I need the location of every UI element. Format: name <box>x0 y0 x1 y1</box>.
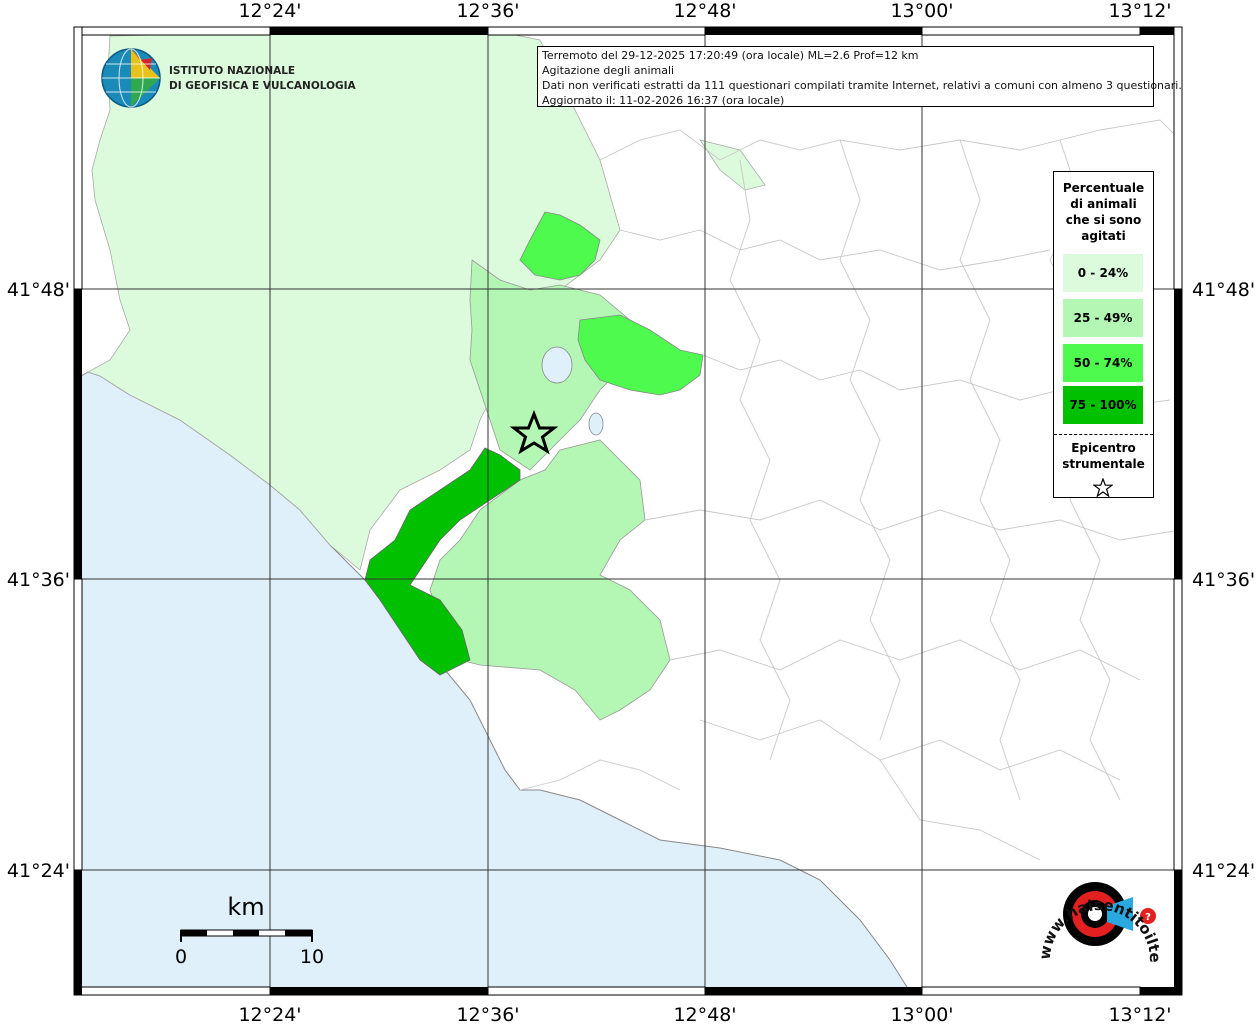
tick-top-5: 13°12' <box>1108 0 1171 22</box>
legend: Percentuale di animali che si sono agita… <box>1053 171 1154 498</box>
scale-start: 0 <box>175 946 187 968</box>
legend-epicenter-line1: Epicentro <box>1071 441 1136 455</box>
tick-top-1: 12°24' <box>238 0 301 22</box>
lake-bracciano-small <box>541 346 573 384</box>
info-earthquake-line: Terremoto del 29-12-2025 17:20:49 (ora l… <box>542 49 919 62</box>
tick-left-3: 41°24' <box>7 860 70 882</box>
ingv-name-line1: ISTITUTO NAZIONALE <box>169 65 295 77</box>
legend-item-0-24: 0 - 24% <box>1063 254 1143 292</box>
info-topic-line: Agitazione degli animali <box>542 64 675 77</box>
star-icon <box>1093 478 1113 498</box>
info-box: Terremoto del 29-12-2025 17:20:49 (ora l… <box>537 46 1182 107</box>
legend-item-75-100: 75 - 100% <box>1063 386 1143 424</box>
tick-bottom-1: 12°24' <box>238 1004 301 1024</box>
legend-item-25-49: 25 - 49% <box>1063 299 1143 337</box>
tick-top-3: 12°48' <box>673 0 736 22</box>
scale-unit: km <box>227 893 264 921</box>
legend-item-50-74: 50 - 74% <box>1063 344 1143 382</box>
tick-bottom-2: 12°36' <box>456 1004 519 1024</box>
tick-bottom-4: 13°00' <box>890 1004 953 1024</box>
lake-albano <box>588 412 604 436</box>
tick-top-2: 12°36' <box>456 0 519 22</box>
tick-left-2: 41°36' <box>7 569 70 591</box>
legend-title-line4: agitati <box>1081 229 1126 243</box>
intensity-map: 12°24' 12°36' 12°48' 13°00' 13°12' 12°24… <box>0 0 1255 1024</box>
legend-title-line2: di animali <box>1070 197 1137 211</box>
tick-left-1: 41°48' <box>7 279 70 301</box>
legend-epicenter-label: Epicentro strumentale <box>1054 440 1153 472</box>
legend-title-line1: Percentuale <box>1062 181 1145 195</box>
tick-right-2: 41°36' <box>1192 569 1255 591</box>
legend-epicenter-line2: strumentale <box>1062 457 1145 471</box>
info-data-line: Dati non verificati estratti da 111 ques… <box>542 79 1182 92</box>
ingv-name-line2: DI GEOFISICA E VULCANOLOGIA <box>169 80 357 92</box>
info-updated-line: Aggiornato il: 11-02-2026 16:37 (ora loc… <box>542 94 785 107</box>
legend-title: Percentuale di animali che si sono agita… <box>1054 180 1153 244</box>
scale-end: 10 <box>300 946 324 968</box>
tick-right-3: 41°24' <box>1192 860 1255 882</box>
legend-title-line3: che si sono <box>1065 213 1142 227</box>
tick-top-4: 13°00' <box>890 0 953 22</box>
tick-bottom-3: 12°48' <box>673 1004 736 1024</box>
legend-separator <box>1054 434 1153 435</box>
tick-bottom-5: 13°12' <box>1108 1004 1171 1024</box>
tick-right-1: 41°48' <box>1192 279 1255 301</box>
